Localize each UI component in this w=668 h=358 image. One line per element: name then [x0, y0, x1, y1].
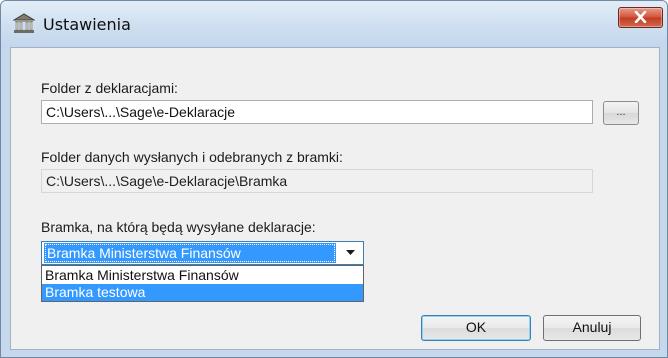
declarations-folder-field[interactable]: C:\Users\...\Sage\e-Deklaracje — [41, 100, 593, 124]
declarations-folder-label: Folder z deklaracjami: — [41, 80, 178, 96]
gateway-dropdown-list: Bramka Ministerstwa Finansów Bramka test… — [41, 265, 364, 302]
close-button[interactable] — [618, 7, 663, 28]
cancel-button[interactable]: Anuluj — [543, 315, 641, 341]
gateway-select-value: Bramka Ministerstwa Finansów — [44, 243, 336, 263]
settings-dialog: Ustawienia Folder z deklaracjami: C:\Use… — [0, 0, 668, 358]
browse-button[interactable]: ... — [603, 101, 639, 125]
dialog-body: Folder z deklaracjami: C:\Users\...\Sage… — [10, 47, 660, 350]
building-icon — [12, 12, 36, 34]
gateway-select[interactable]: Bramka Ministerstwa Finansów — [41, 241, 364, 265]
gateway-option-ministerstwa[interactable]: Bramka Ministerstwa Finansów — [42, 267, 363, 284]
title-bar[interactable]: Ustawienia — [1, 1, 667, 47]
chevron-down-icon[interactable] — [346, 250, 355, 256]
gateway-data-folder-label: Folder danych wysłanych i odebranych z b… — [41, 149, 343, 165]
gateway-label: Bramka, na którą będą wysyłane deklaracj… — [41, 219, 316, 235]
gateway-option-testowa[interactable]: Bramka testowa — [42, 284, 363, 301]
window-title: Ustawienia — [43, 15, 131, 34]
ok-button[interactable]: OK — [421, 315, 531, 341]
close-icon — [634, 11, 647, 23]
gateway-data-folder-field: C:\Users\...\Sage\e-Deklaracje\Bramka — [41, 169, 593, 193]
